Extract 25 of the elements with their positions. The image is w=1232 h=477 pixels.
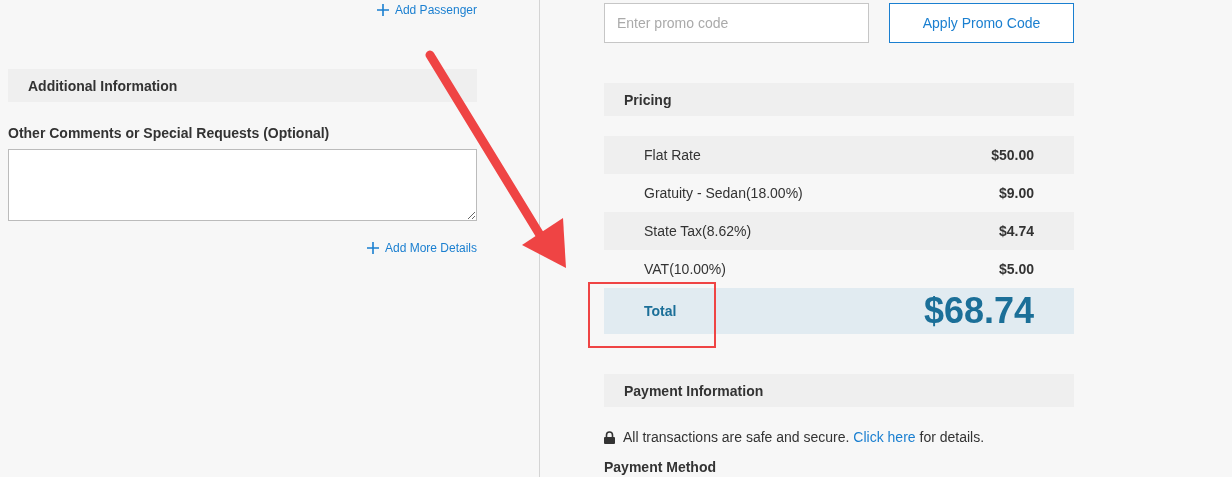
plus-icon bbox=[366, 242, 379, 254]
security-note: All transactions are safe and secure. Click here for details. bbox=[623, 429, 985, 445]
price-amount: $9.00 bbox=[998, 185, 1034, 201]
promo-code-field[interactable]: Enter promo code bbox=[604, 3, 869, 43]
field-label: Payment Method bbox=[604, 459, 717, 475]
field-label: Other Comments or Special Requests (Optional) bbox=[8, 125, 331, 141]
details-link[interactable]: Click here bbox=[853, 429, 916, 445]
add-passenger-link[interactable]: Add Passenger bbox=[376, 3, 477, 17]
section-header: Pricing bbox=[604, 83, 1074, 116]
price-label: Gratuity - Sedan(18.00%) bbox=[644, 185, 803, 201]
price-amount: $50.00 bbox=[991, 147, 1034, 163]
plus-icon bbox=[376, 4, 389, 16]
section-header: Payment Information bbox=[604, 374, 1074, 407]
price-amount: $4.74 bbox=[998, 223, 1034, 239]
section-header: Additional Information bbox=[8, 69, 477, 102]
lock-icon bbox=[604, 430, 615, 444]
add-details-link[interactable]: Add More Details bbox=[366, 241, 477, 255]
comments-field[interactable] bbox=[8, 149, 477, 221]
total-label: Total bbox=[644, 303, 677, 319]
price-label: Flat Rate bbox=[644, 147, 701, 163]
price-label: VAT(10.00%) bbox=[644, 261, 726, 277]
total-amount: $68.74 bbox=[923, 290, 1034, 332]
apply-promo-button[interactable]: Apply Promo Code bbox=[889, 3, 1074, 43]
price-amount: $5.00 bbox=[998, 261, 1034, 277]
price-label: State Tax(8.62%) bbox=[644, 223, 752, 239]
